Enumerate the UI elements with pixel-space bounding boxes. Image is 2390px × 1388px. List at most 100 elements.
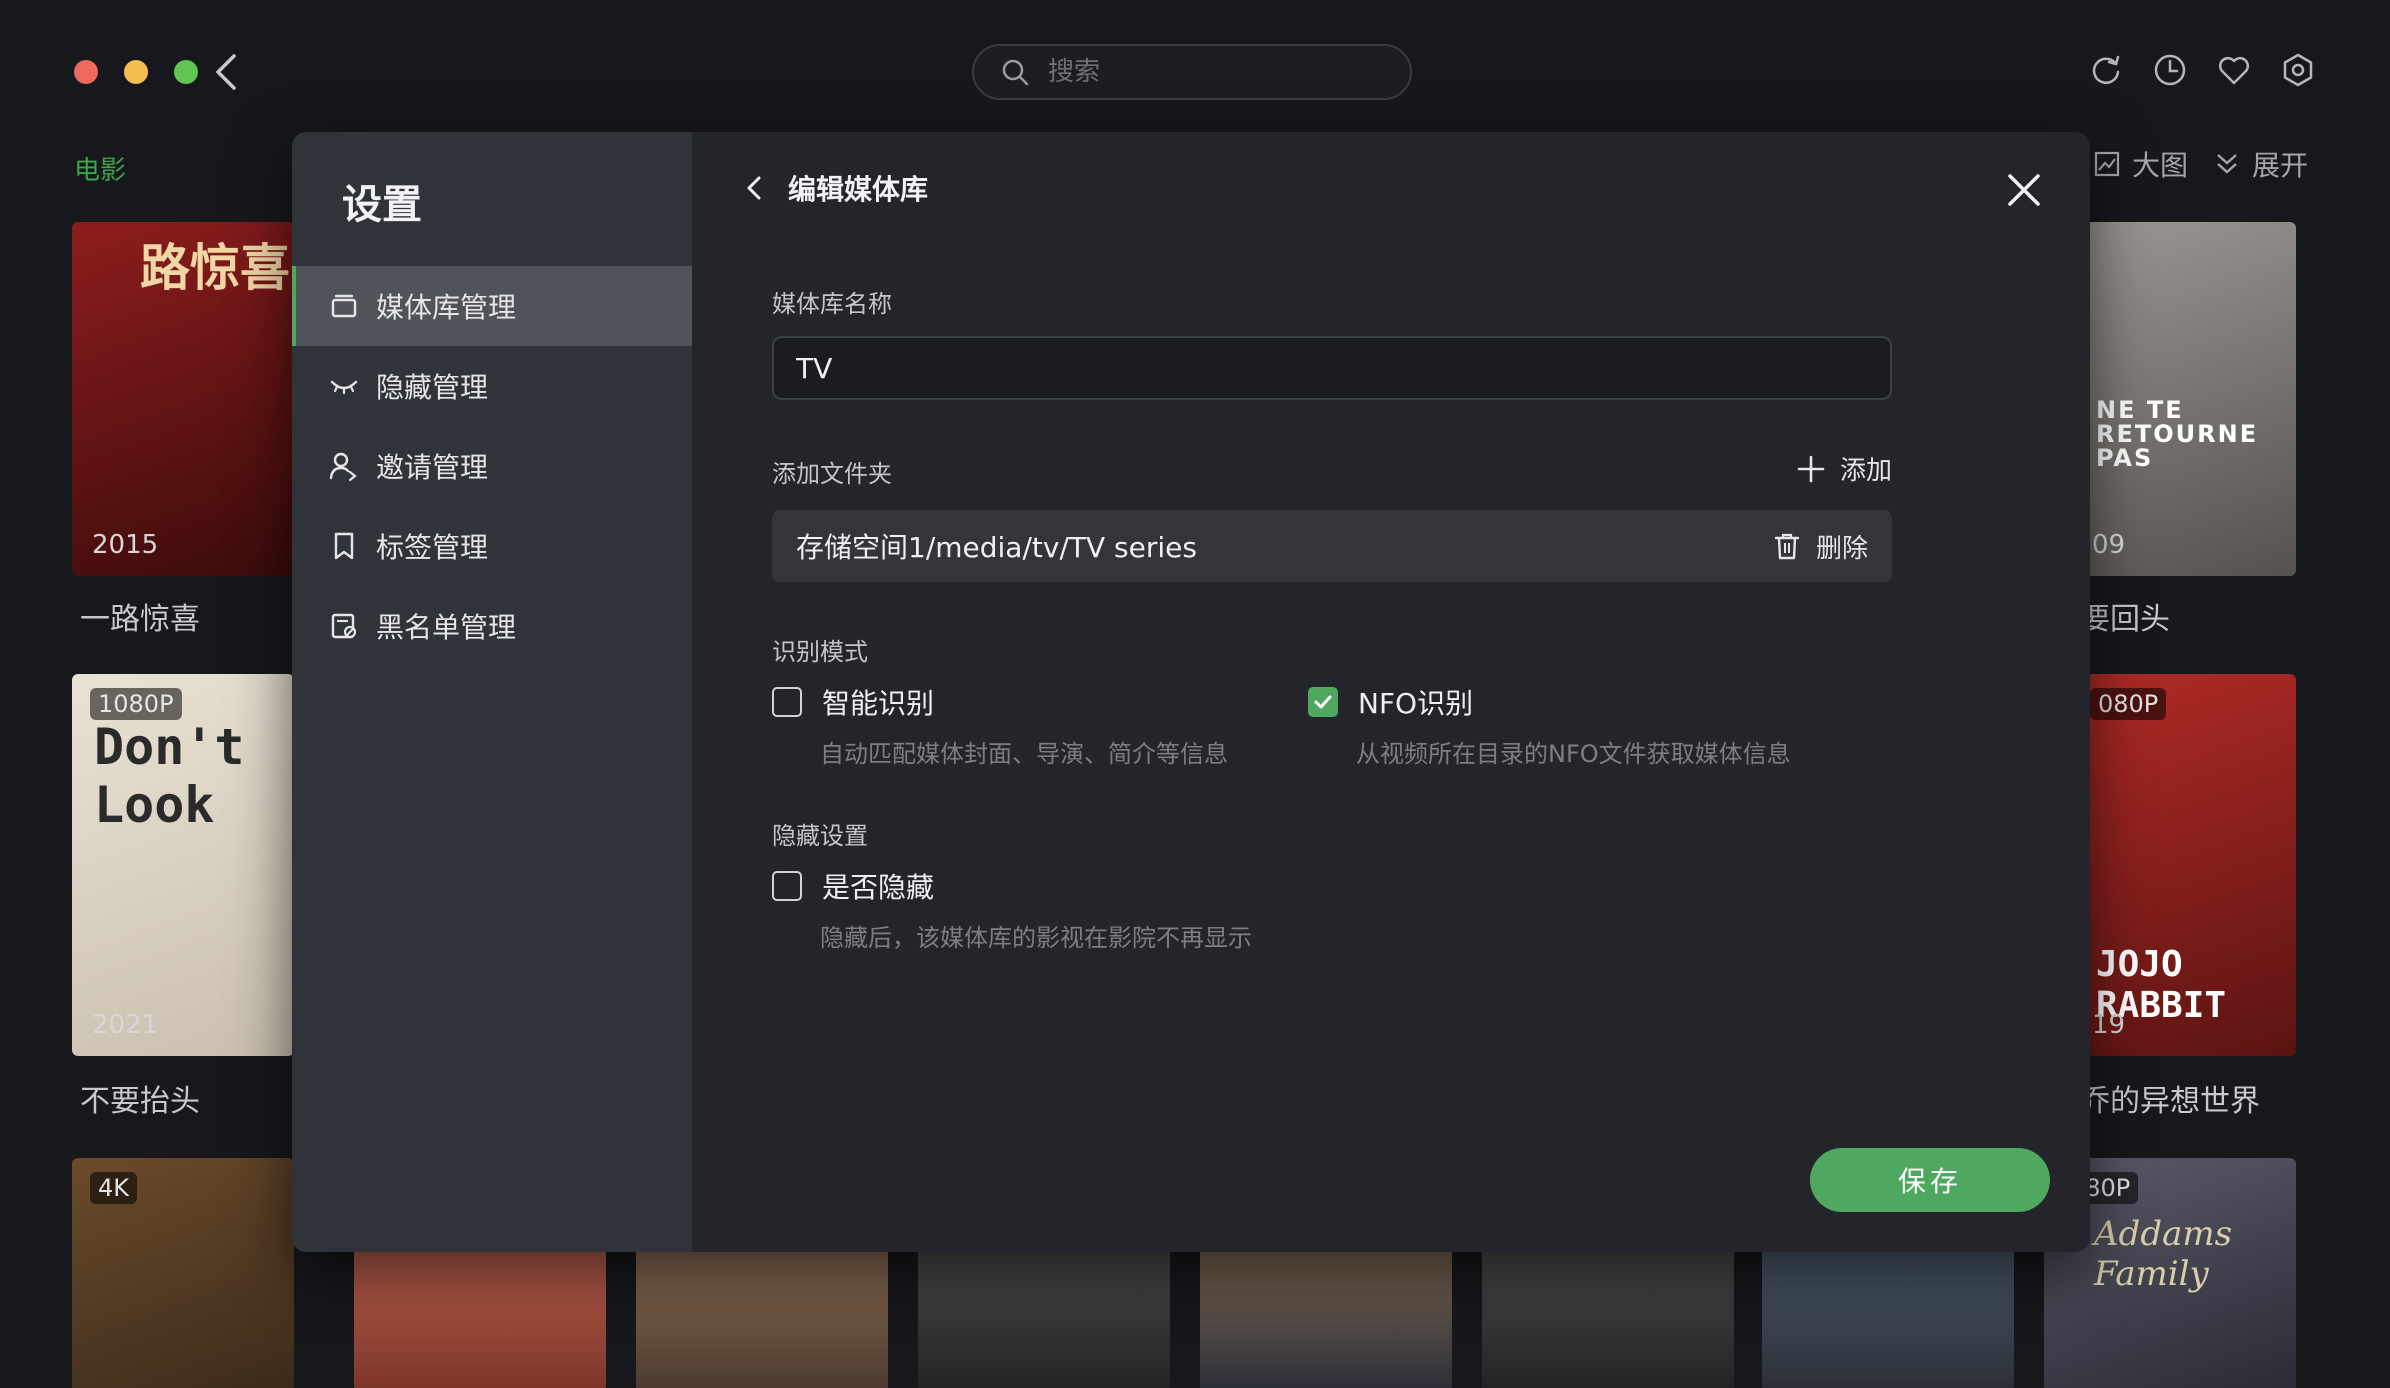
library-icon [331,294,357,318]
library-name-input[interactable] [772,336,1892,400]
smart-recognition-checkbox[interactable] [772,687,802,717]
app-window: 电影 大图 展开 路惊喜 2015 一路惊喜 1080P Don't Look … [0,0,2390,1388]
hide-library-description: 隐藏后，该媒体库的影视在影院不再显示 [820,924,1252,952]
poster-title[interactable]: 一路惊喜 [80,594,200,638]
folder-row: 存储空间1/media/tv/TV series 删除 [772,510,1892,582]
poster-art-text: NE TE RETOURNE PAS [2096,396,2259,472]
menu-item-label: 邀请管理 [376,451,489,484]
quality-badge: 4K [90,1172,138,1204]
view-large-label: 大图 [2131,149,2188,182]
smart-recognition-option[interactable]: 智能识别 [772,682,934,722]
poster-card[interactable] [354,1252,606,1388]
menu-item-label: 黑名单管理 [376,611,517,644]
plus-icon [1797,455,1825,482]
poster-card[interactable] [1482,1252,1734,1388]
poster-title[interactable]: 不要抬头 [80,1076,200,1120]
blacklist-icon [331,613,357,639]
hide-settings-label: 隐藏设置 [772,822,868,850]
hide-library-label: 是否隐藏 [822,871,935,904]
delete-folder-button[interactable]: 删除 [1772,528,1868,565]
recognition-mode-label: 识别模式 [772,638,868,666]
maximize-window-button[interactable] [174,60,198,84]
quality-badge: 080P [2090,688,2167,720]
minimize-window-button[interactable] [124,60,148,84]
poster-card[interactable]: 4K [72,1158,294,1388]
poster-year: 19 [2092,1010,2126,1040]
nfo-recognition-description: 从视频所在目录的NFO文件获取媒体信息 [1356,740,1791,768]
add-folder-button[interactable]: 添加 [1796,450,1892,487]
close-window-button[interactable] [74,60,98,84]
back-icon[interactable] [736,170,772,206]
poster-card[interactable]: NE TE RETOURNE PAS 09 [2072,222,2296,576]
invite-user-icon [329,452,357,482]
expand-label: 展开 [2251,149,2308,182]
poster-art-text: Addams Family [2094,1214,2233,1294]
poster-card[interactable]: 1080P Don't Look 2021 [72,674,294,1056]
save-button[interactable]: 保存 [1810,1148,2050,1212]
poster-card[interactable] [1200,1252,1452,1388]
hide-library-checkbox[interactable] [772,871,802,901]
poster-year: 2015 [92,530,159,560]
section-title[interactable]: 电影 [74,150,126,187]
search-input[interactable] [1048,57,1348,87]
folder-path: 存储空间1/media/tv/TV series [796,531,1197,564]
close-icon[interactable] [2002,168,2046,212]
view-large-button[interactable]: 大图 [2092,144,2188,184]
menu-item-label: 标签管理 [376,531,489,564]
eye-closed-icon [330,380,358,395]
poster-card[interactable]: 路惊喜 2015 [72,222,294,576]
poster-art-text: Don't Look [94,718,245,834]
nfo-recognition-label: NFO识别 [1358,687,1474,720]
menu-item-hidden[interactable]: 隐藏管理 [292,346,692,426]
poster-art-text: 路惊喜 [140,238,290,297]
expand-button[interactable]: 展开 [2212,144,2308,184]
poster-card[interactable]: 080P JOJO RABBIT 19 [2072,674,2296,1056]
poster-art-text: JOJO RABBIT [2096,944,2227,1026]
smart-recognition-description: 自动匹配媒体封面、导演、简介等信息 [820,740,1228,768]
search-bar[interactable] [972,44,1412,100]
view-controls: 大图 展开 [2092,144,2308,184]
window-controls [74,60,198,84]
poster-title[interactable]: 要回头 [2080,594,2170,638]
edit-library-panel: 编辑媒体库 媒体库名称 添加文件夹 添加 存储空间1/media/tv/TV s… [692,132,2090,1252]
settings-menu: 媒体库管理 隐藏管理 邀请管理 标签管理 黑名单管理 [292,266,692,666]
trash-icon [1774,533,1800,560]
add-folder-button-label: 添加 [1839,456,1892,486]
bookmark-icon [334,532,354,560]
menu-item-label: 媒体库管理 [376,291,517,324]
menu-item-label: 隐藏管理 [376,371,489,404]
search-icon [1002,59,1029,86]
refresh-icon[interactable] [2088,52,2124,88]
delete-folder-button-label: 删除 [1815,533,1868,564]
history-icon[interactable] [2152,52,2188,88]
menu-item-blacklist[interactable]: 黑名单管理 [292,586,692,666]
settings-dialog: 设置 媒体库管理 隐藏管理 邀请管理 标签管理 黑名单管理 编辑媒体库 媒体库名… [292,132,2090,1252]
poster-card[interactable] [1762,1252,2014,1388]
toolbar-icons [2088,52,2316,88]
hide-library-option[interactable]: 是否隐藏 [772,866,934,906]
poster-year: 2021 [92,1010,159,1040]
poster-year: 09 [2092,530,2126,560]
quality-badge: 1080P [90,688,182,720]
poster-card[interactable] [918,1252,1170,1388]
settings-title: 设置 [342,182,422,228]
panel-title: 编辑媒体库 [788,173,929,206]
nfo-recognition-option[interactable]: NFO识别 [1308,682,1473,722]
menu-item-tags[interactable]: 标签管理 [292,506,692,586]
smart-recognition-label: 智能识别 [822,687,935,720]
menu-item-invite[interactable]: 邀请管理 [292,426,692,506]
favorite-icon[interactable] [2216,52,2252,88]
poster-card[interactable] [636,1252,888,1388]
settings-sidebar: 设置 媒体库管理 隐藏管理 邀请管理 标签管理 黑名单管理 [292,132,692,1252]
nfo-recognition-checkbox[interactable] [1308,687,1338,717]
back-icon[interactable] [208,50,242,94]
panel-header: 编辑媒体库 [736,168,928,208]
double-chevron-down-icon [2217,154,2237,174]
settings-icon[interactable] [2280,52,2316,88]
poster-title[interactable]: 乔的异想世界 [2080,1076,2260,1120]
library-name-label: 媒体库名称 [772,290,892,318]
check-icon [1314,695,1332,709]
image-icon [2094,151,2120,177]
add-folder-label: 添加文件夹 [772,460,892,488]
menu-item-library[interactable]: 媒体库管理 [292,266,692,346]
